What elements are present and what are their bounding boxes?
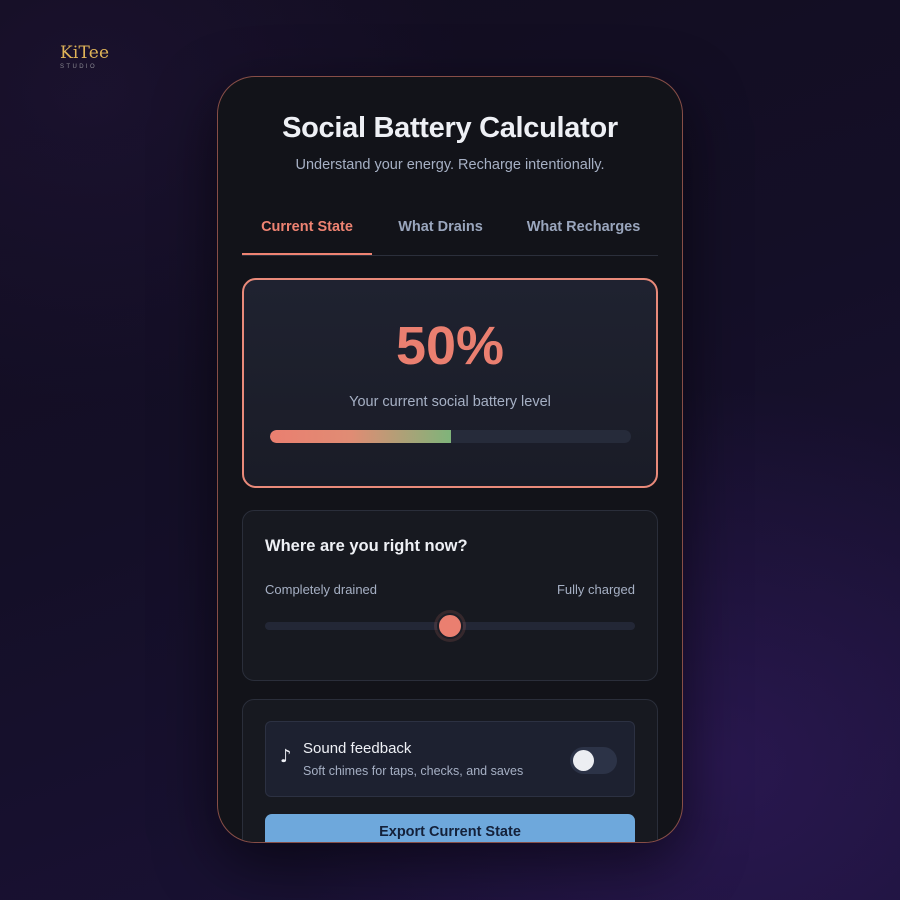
- app-window: Social Battery Calculator Understand you…: [217, 76, 683, 843]
- app-subtitle: Understand your energy. Recharge intenti…: [295, 157, 605, 173]
- sound-feedback-toggle[interactable]: [570, 747, 617, 774]
- music-note-icon: ♪: [280, 746, 292, 767]
- brand-name: KiTee: [60, 43, 110, 63]
- energy-slider-thumb[interactable]: [437, 613, 463, 639]
- toggle-knob: [573, 750, 594, 771]
- tab-what-recharges[interactable]: What Recharges: [509, 214, 658, 255]
- export-current-state-button[interactable]: Export Current State: [265, 814, 635, 842]
- tab-bar: Current State What Drains What Recharges: [242, 214, 658, 256]
- slider-max-label: Fully charged: [556, 582, 635, 597]
- sound-feedback-title: Sound feedback: [303, 740, 412, 757]
- tab-current-state[interactable]: Current State: [242, 214, 372, 255]
- slider-question: Where are you right now?: [265, 537, 468, 555]
- battery-level-card: 50% Your current social battery level: [242, 278, 658, 488]
- sound-feedback-subtitle: Soft chimes for taps, checks, and saves: [303, 764, 524, 778]
- slider-min-label: Completely drained: [265, 582, 378, 597]
- energy-slider-track[interactable]: [265, 613, 635, 639]
- battery-progress-bar: [270, 430, 631, 443]
- app-title: Social Battery Calculator: [282, 112, 618, 144]
- brand-subtitle: STUDIO: [60, 64, 98, 70]
- app-content: Social Battery Calculator Understand you…: [242, 77, 658, 842]
- tab-what-drains[interactable]: What Drains: [372, 214, 509, 255]
- sound-feedback-row: ♪ Sound feedback Soft chimes for taps, c…: [265, 721, 635, 797]
- energy-slider-card: Where are you right now? Completely drai…: [242, 510, 658, 681]
- battery-progress-fill: [270, 430, 451, 443]
- battery-percentage: 50%: [395, 316, 505, 376]
- settings-card: ♪ Sound feedback Soft chimes for taps, c…: [242, 699, 658, 842]
- brand-logo: KiTee STUDIO: [60, 44, 120, 70]
- battery-description: Your current social battery level: [349, 394, 551, 410]
